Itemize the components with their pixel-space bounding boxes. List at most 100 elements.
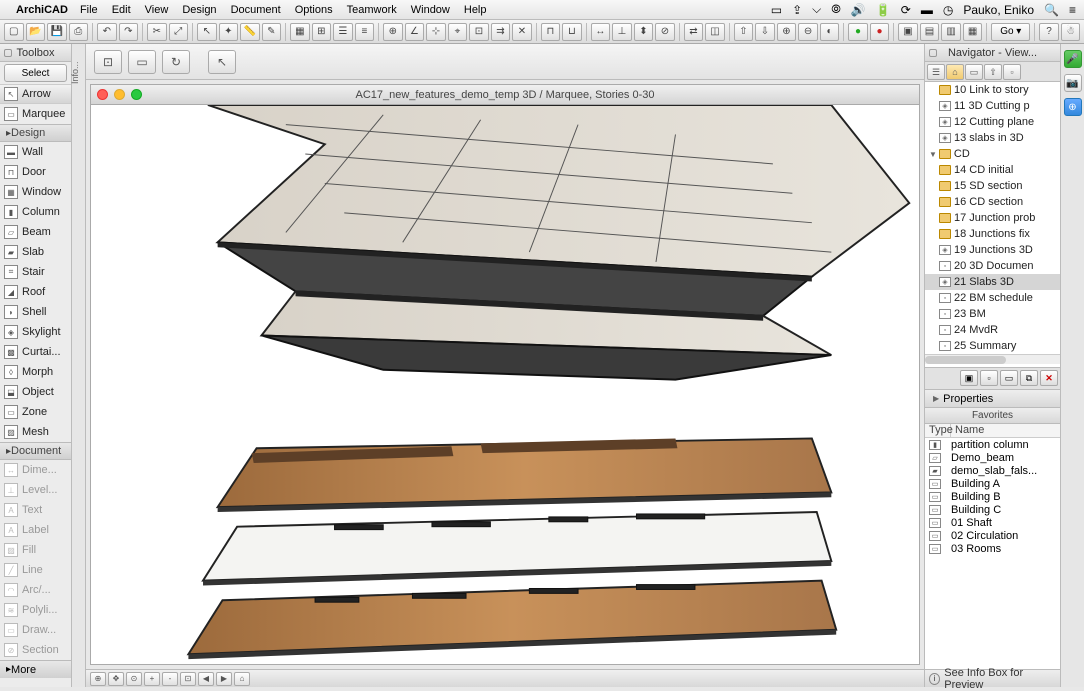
help-icon[interactable]: ? [1039,23,1059,41]
username[interactable]: Pauko, Eniko [963,3,1034,17]
toolbox-more[interactable]: ▸ More [0,660,71,678]
nav-tab-publisher[interactable]: ⇧ [984,64,1002,80]
volume-icon[interactable]: 🔊 [851,3,866,17]
save-icon[interactable]: 💾 [47,23,67,41]
favorites-header[interactable]: Type ▲ Name [925,424,1060,438]
person-icon[interactable]: ☃ [1061,23,1081,41]
window2-icon[interactable]: ▤ [920,23,940,41]
menu-window[interactable]: Window [411,4,450,16]
dropbox-icon[interactable]: ⇪ [792,3,802,17]
sync-icon[interactable]: ⟳ [901,3,911,17]
tool-skylight[interactable]: ◈Skylight [0,322,71,342]
menu-view[interactable]: View [145,4,169,16]
tool-fill[interactable]: ▨Fill [0,540,71,560]
tool-curtain[interactable]: ▩Curtai... [0,342,71,362]
sb-next-icon[interactable]: ▶ [216,672,232,686]
sb-pan-icon[interactable]: ✥ [108,672,124,686]
send-icon[interactable]: ⇧ [734,23,754,41]
tool-stair[interactable]: ⌗Stair [0,262,71,282]
print-icon[interactable]: ⎙ [69,23,89,41]
close-icon[interactable] [97,89,108,100]
wifi-icon[interactable]: ⦾ [831,2,841,17]
mark-green-icon[interactable]: ● [848,23,868,41]
tool-morph[interactable]: ◊Morph [0,362,71,382]
design-header[interactable]: ▸ Design [0,124,71,142]
menu-document[interactable]: Document [231,4,281,16]
sb-home-icon[interactable]: ⌂ [234,672,250,686]
nav-settings-icon[interactable]: ▣ [960,370,978,386]
info-strip[interactable]: Info... [72,44,86,687]
mic-icon[interactable]: 🎤 [1064,50,1082,68]
sb-orbit-icon[interactable]: ⊕ [90,672,106,686]
dim-icon[interactable]: ↔ [591,23,611,41]
paint-icon[interactable]: ✎ [262,23,282,41]
tool-beam[interactable]: ▱Beam [0,222,71,242]
menu-help[interactable]: Help [464,4,487,16]
nav-tab-view[interactable]: ⌂ [946,64,964,80]
nav-tab-layout[interactable]: ▭ [965,64,983,80]
share-icon[interactable]: ⊕ [1064,98,1082,116]
cursor-icon[interactable]: ↖ [197,23,217,41]
reserve-icon[interactable]: ⊕ [777,23,797,41]
bluetooth-icon[interactable]: ⌵ [812,2,821,17]
spotlight-icon[interactable]: 🔍 [1044,3,1059,17]
wand-icon[interactable]: ✦ [219,23,239,41]
properties-header[interactable]: ▶Properties [925,390,1060,408]
constraint-icon[interactable]: ⊕ [383,23,403,41]
navigator-tree[interactable]: 10 Link to story ◈11 3D Cutting p ◈12 Cu… [925,82,1060,368]
tool-section[interactable]: ⊘Section [0,640,71,660]
document-header[interactable]: ▸ Document [0,442,71,460]
tool-arc[interactable]: ◠Arc/... [0,580,71,600]
tool-shell[interactable]: ◗Shell [0,302,71,322]
compare-icon[interactable]: ⇄ [684,23,704,41]
tool-line[interactable]: ╱Line [0,560,71,580]
sb-zoom-icon[interactable]: ⊙ [126,672,142,686]
tool-slab[interactable]: ▰Slab [0,242,71,262]
align-icon[interactable]: ≡ [355,23,375,41]
tool-dimension[interactable]: ↔Dime... [0,460,71,480]
menu-edit[interactable]: Edit [112,4,131,16]
tool-window[interactable]: ▦Window [0,182,71,202]
open-icon[interactable]: 📂 [26,23,46,41]
release-icon[interactable]: ⊖ [798,23,818,41]
tool-roof[interactable]: ◢Roof [0,282,71,302]
tool-mesh[interactable]: ▨Mesh [0,422,71,442]
mark-red-icon[interactable]: ● [870,23,890,41]
tool-polyline[interactable]: ≋Polyli... [0,600,71,620]
tangent-icon[interactable]: ⌖ [448,23,468,41]
new-icon[interactable]: ▢ [4,23,24,41]
tool-level[interactable]: ⊥Level... [0,480,71,500]
group-icon[interactable]: ⊓ [541,23,561,41]
level-icon[interactable]: ⊥ [612,23,632,41]
section-icon[interactable]: ⊘ [655,23,675,41]
window4-icon[interactable]: ▦ [963,23,983,41]
menu-options[interactable]: Options [295,4,333,16]
measure-icon[interactable]: 📏 [240,23,260,41]
3d-viewport[interactable] [91,105,919,664]
undo-icon[interactable]: ↶ [97,23,117,41]
nav-clone-icon[interactable]: ⧉ [1020,370,1038,386]
favorites-list[interactable]: ▮partition column ▱Demo_beam ▰demo_slab_… [925,438,1060,669]
offset-icon[interactable]: ⇉ [491,23,511,41]
pick-icon[interactable]: ⤢ [169,23,189,41]
angle-icon[interactable]: ∠ [405,23,425,41]
menu-teamwork[interactable]: Teamwork [347,4,397,16]
trace2-icon[interactable]: ◫ [705,23,725,41]
info-box-preview[interactable]: iSee Info Box for Preview [925,669,1060,687]
clock-icon[interactable]: ◷ [943,3,953,17]
tool-wall[interactable]: ▬Wall [0,142,71,162]
nav-new-icon[interactable]: ▫ [980,370,998,386]
receive-icon[interactable]: ⇩ [755,23,775,41]
sb-zoomout-icon[interactable]: - [162,672,178,686]
tool-zone[interactable]: ▭Zone [0,402,71,422]
tree-scrollbar[interactable] [925,354,1060,364]
sb-prev-icon[interactable]: ◀ [198,672,214,686]
tool-drawing[interactable]: ▭Draw... [0,620,71,640]
menu-file[interactable]: File [80,4,98,16]
elev-icon[interactable]: ⬍ [634,23,654,41]
redo-icon[interactable]: ↷ [119,23,139,41]
sb-fit-icon[interactable]: ⊡ [180,672,196,686]
trace-icon[interactable]: ⊡ [469,23,489,41]
guide-icon[interactable]: ⊹ [426,23,446,41]
window3-icon[interactable]: ▥ [941,23,961,41]
